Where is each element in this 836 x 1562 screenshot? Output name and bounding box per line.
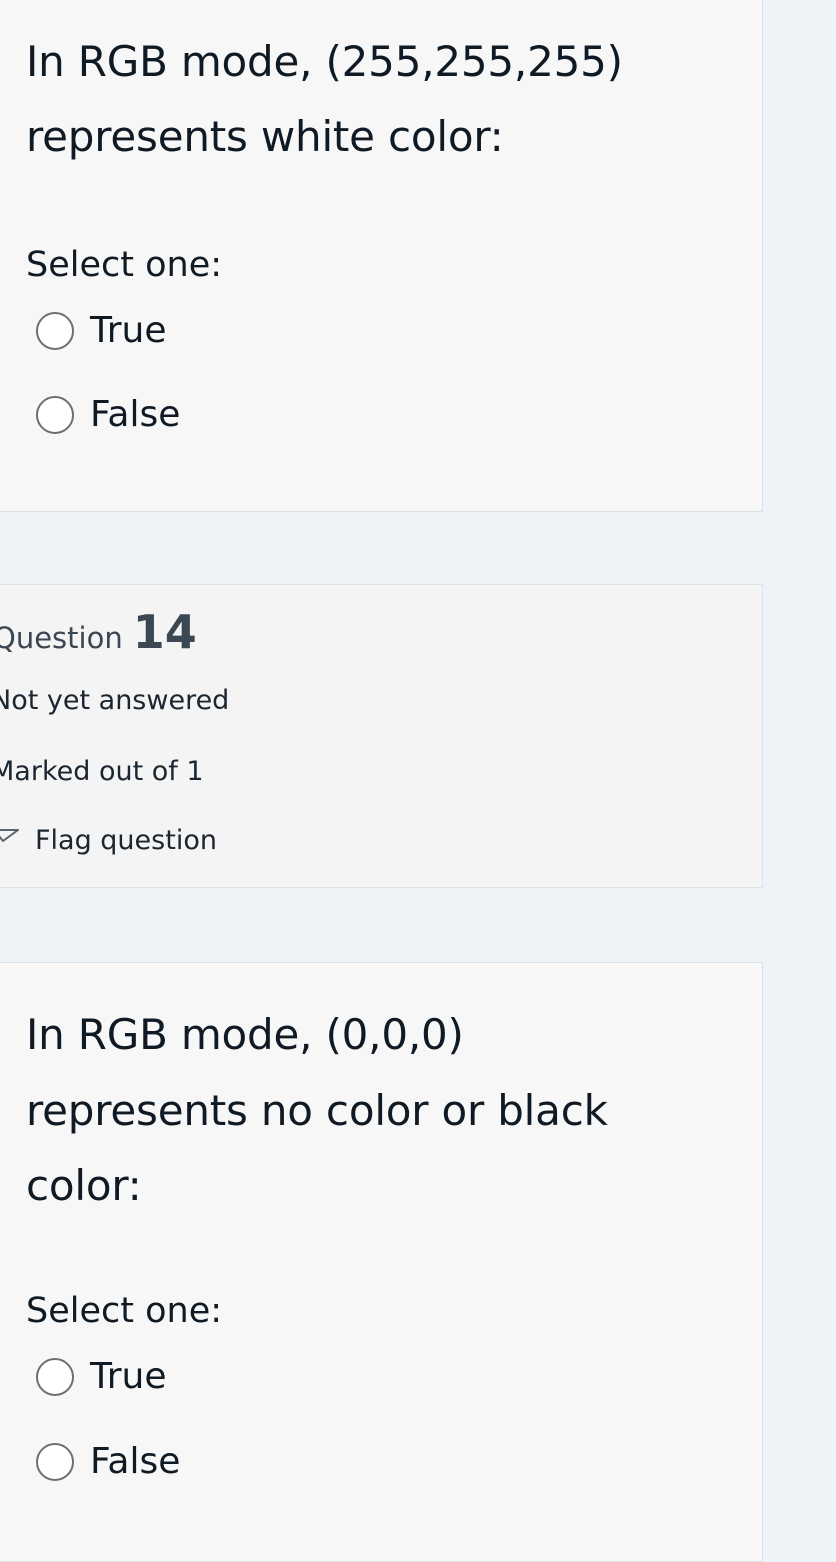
question-text-line: In RGB mode, (255,255,255): [26, 37, 623, 86]
radio-button[interactable]: [36, 1443, 74, 1481]
question-text-line: represents white color:: [26, 112, 504, 161]
flag-outline-icon: [0, 829, 19, 842]
answer-option-label: True: [90, 1356, 167, 1397]
question-content-card: In RGB mode, (0,0,0) represents no color…: [0, 962, 763, 1562]
radio-button[interactable]: [36, 312, 74, 350]
question-text-line: represents no color or black: [26, 1086, 608, 1135]
answer-option-label: False: [90, 1441, 181, 1482]
question-status: Not yet answered: [0, 685, 230, 716]
radio-button[interactable]: [36, 396, 74, 434]
radio-button[interactable]: [36, 1358, 74, 1396]
answer-option-label: False: [90, 394, 181, 435]
question-marks: Marked out of 1: [0, 756, 204, 787]
question-number: 14: [132, 605, 197, 659]
flag-question-link[interactable]: Flag question: [0, 823, 217, 859]
answer-option-false[interactable]: False: [36, 1438, 180, 1486]
answer-option-label: True: [90, 310, 167, 351]
select-one-label: Select one:: [26, 245, 223, 285]
answer-option-true[interactable]: True: [36, 1353, 166, 1401]
answer-option-true[interactable]: True: [36, 307, 166, 355]
question-content-card: In RGB mode, (255,255,255) represents wh…: [0, 0, 763, 512]
question-info-panel: Question 14 Not yet answered Marked out …: [0, 584, 763, 888]
question-text-line: color:: [26, 1161, 142, 1210]
answer-option-false[interactable]: False: [36, 391, 180, 439]
select-one-label: Select one:: [26, 1291, 223, 1331]
question-word: Question: [0, 621, 123, 655]
question-text-line: In RGB mode, (0,0,0): [26, 1010, 464, 1059]
flag-question-label: Flag question: [35, 825, 217, 856]
question-number-heading: Question 14: [0, 605, 197, 659]
